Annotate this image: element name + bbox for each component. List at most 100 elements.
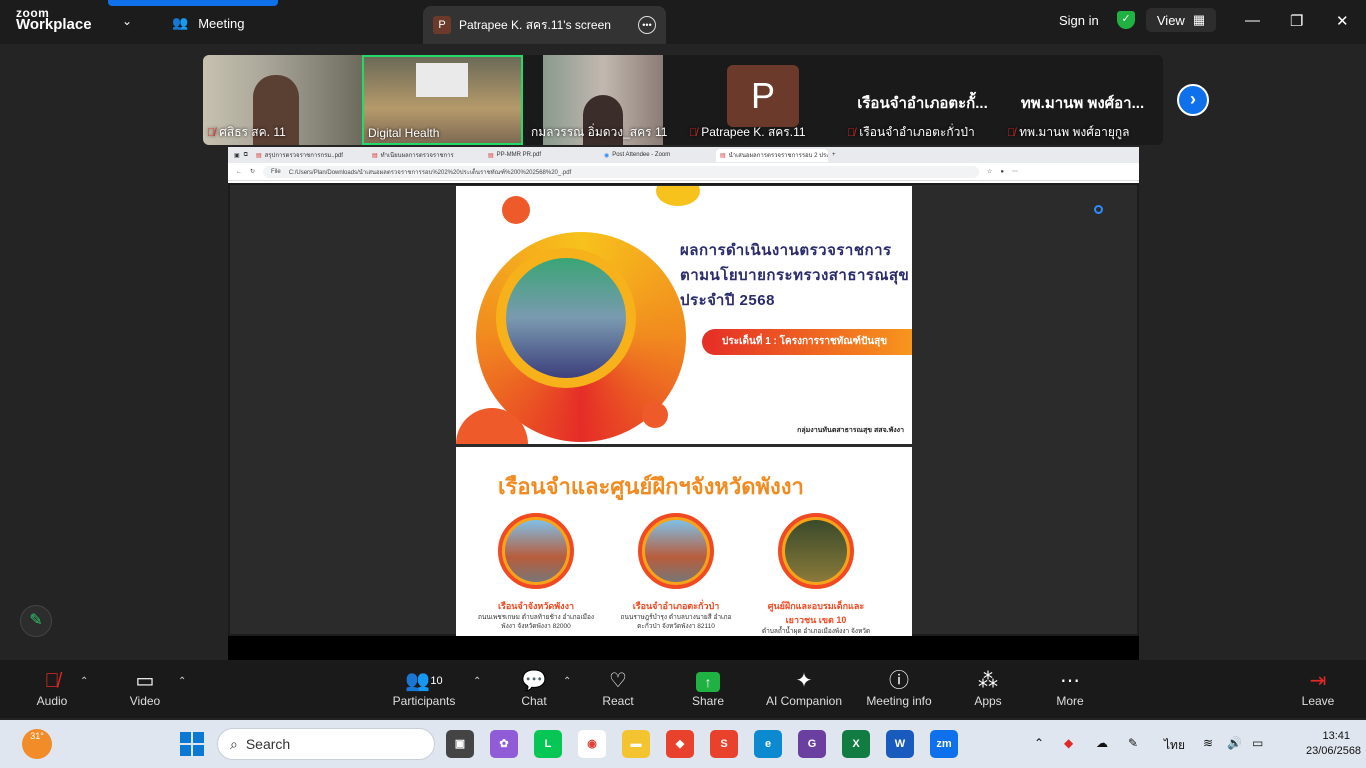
annotate-pencil-icon[interactable]: ✎ [20, 605, 52, 637]
browser-menu-icon[interactable]: ▣ [234, 152, 240, 159]
next-page-button[interactable]: › [1177, 84, 1209, 116]
share-button[interactable]: ↑ Share [688, 668, 728, 708]
close-icon[interactable]: ✕ [1336, 12, 1349, 30]
decor-dot [656, 186, 700, 206]
minimize-icon[interactable]: — [1245, 12, 1260, 29]
chat-caret-icon[interactable]: ⌃ [563, 676, 571, 687]
time: 13:41 [1322, 730, 1350, 742]
chevron-down-icon[interactable]: ⌄ [122, 14, 132, 28]
task-view-icon[interactable]: ▣ [446, 730, 474, 758]
audio-caret-icon[interactable]: ⌃ [80, 676, 88, 687]
tab-label: นำเสนอผลการตรวจราชการรอบ 2 ประเด็นการ [728, 153, 828, 159]
chat-label: Chat [521, 694, 547, 708]
leave-label: Leave [1301, 694, 1335, 708]
new-tab-icon[interactable]: + [832, 152, 836, 158]
leave-button[interactable]: ⇥ Leave [1300, 668, 1336, 708]
facility-photo [785, 520, 847, 582]
pdf-viewer[interactable]: ผลการดำเนินงานตรวจราชการ ตามนโยบายกระทรว… [228, 183, 1139, 637]
excel-icon[interactable]: X [842, 730, 870, 758]
browser-tab[interactable]: ▤ PP-MMR PR.pdf [484, 149, 596, 162]
volume-icon[interactable]: 🔊 [1227, 736, 1242, 750]
facility-name: เรือนจำจังหวัดพังงา [497, 601, 575, 611]
sign-in-button[interactable]: Sign in [1059, 13, 1099, 28]
url-field[interactable]: File C:/Users/Plan/Downloads/นำเสนอผลตรว… [263, 165, 980, 178]
cloud-icon[interactable]: ☁ [1096, 736, 1108, 750]
facility-photo-frame [778, 513, 854, 589]
participant-name: 🎙̸ เรือนจำอำเภอตะกั่วป่า [847, 123, 975, 142]
copilot-icon[interactable]: ✿ [490, 730, 518, 758]
shield-icon[interactable]: ✓ [1117, 11, 1135, 29]
browser-more-icon[interactable]: ⋯ [1012, 168, 1018, 175]
more-options-icon[interactable]: ••• [638, 16, 656, 34]
address-bar: ← ↻ File C:/Users/Plan/Downloads/นำเสนอผ… [228, 163, 1139, 181]
tab-actions-icon[interactable]: ⧉ [244, 152, 248, 159]
zoom-logo: zoom Workplace [16, 7, 92, 32]
share-icon: ↑ [688, 668, 728, 694]
slide-title: ผลการดำเนินงานตรวจราชการ ตามนโยบายกระทรว… [680, 238, 909, 313]
zoom-taskbar-icon[interactable]: zm [930, 730, 958, 758]
participant-tile-active-speaker[interactable]: Digital Health [362, 55, 523, 145]
title-line-2: ตามนโยบายกระทรวงสาธารณสุข [680, 267, 910, 284]
browser-tab-active[interactable]: ▤นำเสนอผลการตรวจราชการรอบ 2 ประเด็นการ [715, 148, 828, 162]
zoom-icon: ◉ [603, 152, 610, 159]
refresh-icon[interactable]: ↻ [250, 168, 255, 175]
pdf-icon: ▤ [371, 152, 378, 159]
participant-tile[interactable]: เรือนจำอำเภอตะกั้... 🎙̸ เรือนจำอำเภอตะกั่… [843, 55, 1002, 145]
chrome-icon[interactable]: ◉ [578, 730, 606, 758]
profile-icon[interactable]: ● [1000, 169, 1004, 175]
star-icon[interactable]: ☆ [987, 168, 992, 175]
audio-button[interactable]: 🎙̸ Audio [34, 668, 70, 708]
battery-icon[interactable]: ▭ [1252, 736, 1263, 750]
apps-button[interactable]: ⁂ Apps [970, 668, 1006, 708]
search-box[interactable]: ⌕ Search [217, 728, 435, 760]
screen-share-tab[interactable]: P Patrapee K. สคร.11's screen ••• [423, 6, 666, 44]
line-app-icon[interactable]: L [534, 730, 562, 758]
browser-tab[interactable]: ◉ Post Attendee - Zoom [600, 149, 712, 162]
participant-tile[interactable]: 🎙̸ ศสิธร สค. 11 [203, 55, 362, 145]
participant-strip: 🎙̸ ศสิธร สค. 11 Digital Health กมลวรรณ อิ… [203, 55, 1163, 145]
app-s-icon[interactable]: S [710, 730, 738, 758]
participant-label: ทพ.มานพ พงศ์อายุกูล [1019, 125, 1130, 139]
people-icon: 👥 [172, 15, 189, 30]
participant-tile[interactable]: P 🎙̸ Patrapee K. สคร.11 [683, 55, 842, 145]
meeting-info-button[interactable]: ⓘ Meeting info [862, 668, 936, 708]
back-icon[interactable]: ← [236, 169, 242, 175]
participants-button[interactable]: 👥10 Participants [392, 668, 456, 708]
participant-tile[interactable]: กมลวรรณ อิ่มดวง_สคร 11 [531, 55, 667, 145]
file-explorer-icon[interactable]: ▬ [622, 730, 650, 758]
address-prefix: File [271, 168, 281, 175]
wifi-icon[interactable]: ≋ [1203, 736, 1213, 750]
sparkle-icon: ✦ [795, 670, 813, 692]
start-button[interactable] [180, 732, 204, 756]
search-icon: ⌕ [230, 735, 238, 752]
browser-tab[interactable]: ▤ สรุปการตรวจราชการกรม..pdf [252, 149, 364, 162]
participant-tile[interactable]: ทพ.มานพ พงศ์อา... 🎙̸ ทพ.มานพ พงศ์อายุกูล [1003, 55, 1162, 145]
react-label: React [602, 694, 634, 708]
restore-icon[interactable]: ❐ [1290, 12, 1303, 30]
participants-caret-icon[interactable]: ⌃ [473, 676, 481, 687]
word-icon[interactable]: W [886, 730, 914, 758]
clock[interactable]: 13:41 23/06/2568 [1306, 729, 1362, 759]
anydesk-tray-icon[interactable]: ◆ [1064, 736, 1073, 750]
participant-display-name: เรือนจำอำเภอตะกั้... [857, 95, 988, 112]
participant-display-name: ทพ.มานพ พงศ์อา... [1020, 95, 1145, 112]
pdf-app-icon[interactable]: G [798, 730, 826, 758]
video-button[interactable]: ▭ Video [126, 668, 164, 708]
anydesk-icon[interactable]: ◆ [666, 730, 694, 758]
pdf-icon: ▤ [719, 152, 726, 159]
ai-companion-button[interactable]: ✦ AI Companion [762, 668, 846, 708]
react-button[interactable]: ♡ React [600, 668, 636, 708]
meeting-tab[interactable]: 👥 Meeting [172, 15, 244, 31]
language-indicator[interactable]: ไทย [1164, 736, 1185, 755]
facility-photo-frame [638, 513, 714, 589]
browser-tab[interactable]: ▤ ทำเนียบผลการตรวจราชการ [368, 149, 480, 162]
chat-button[interactable]: 💬 Chat [516, 668, 552, 708]
pen-icon[interactable]: ✎ [1128, 736, 1138, 750]
weather-icon[interactable]: 31° [22, 729, 52, 759]
date: 23/06/2568 [1306, 745, 1362, 757]
more-button[interactable]: ⋯ More [1052, 668, 1088, 708]
view-button[interactable]: View ▦ [1146, 8, 1216, 32]
edge-icon[interactable]: e [754, 730, 782, 758]
tray-overflow-icon[interactable]: ⌃ [1034, 736, 1044, 750]
video-caret-icon[interactable]: ⌃ [178, 676, 186, 687]
